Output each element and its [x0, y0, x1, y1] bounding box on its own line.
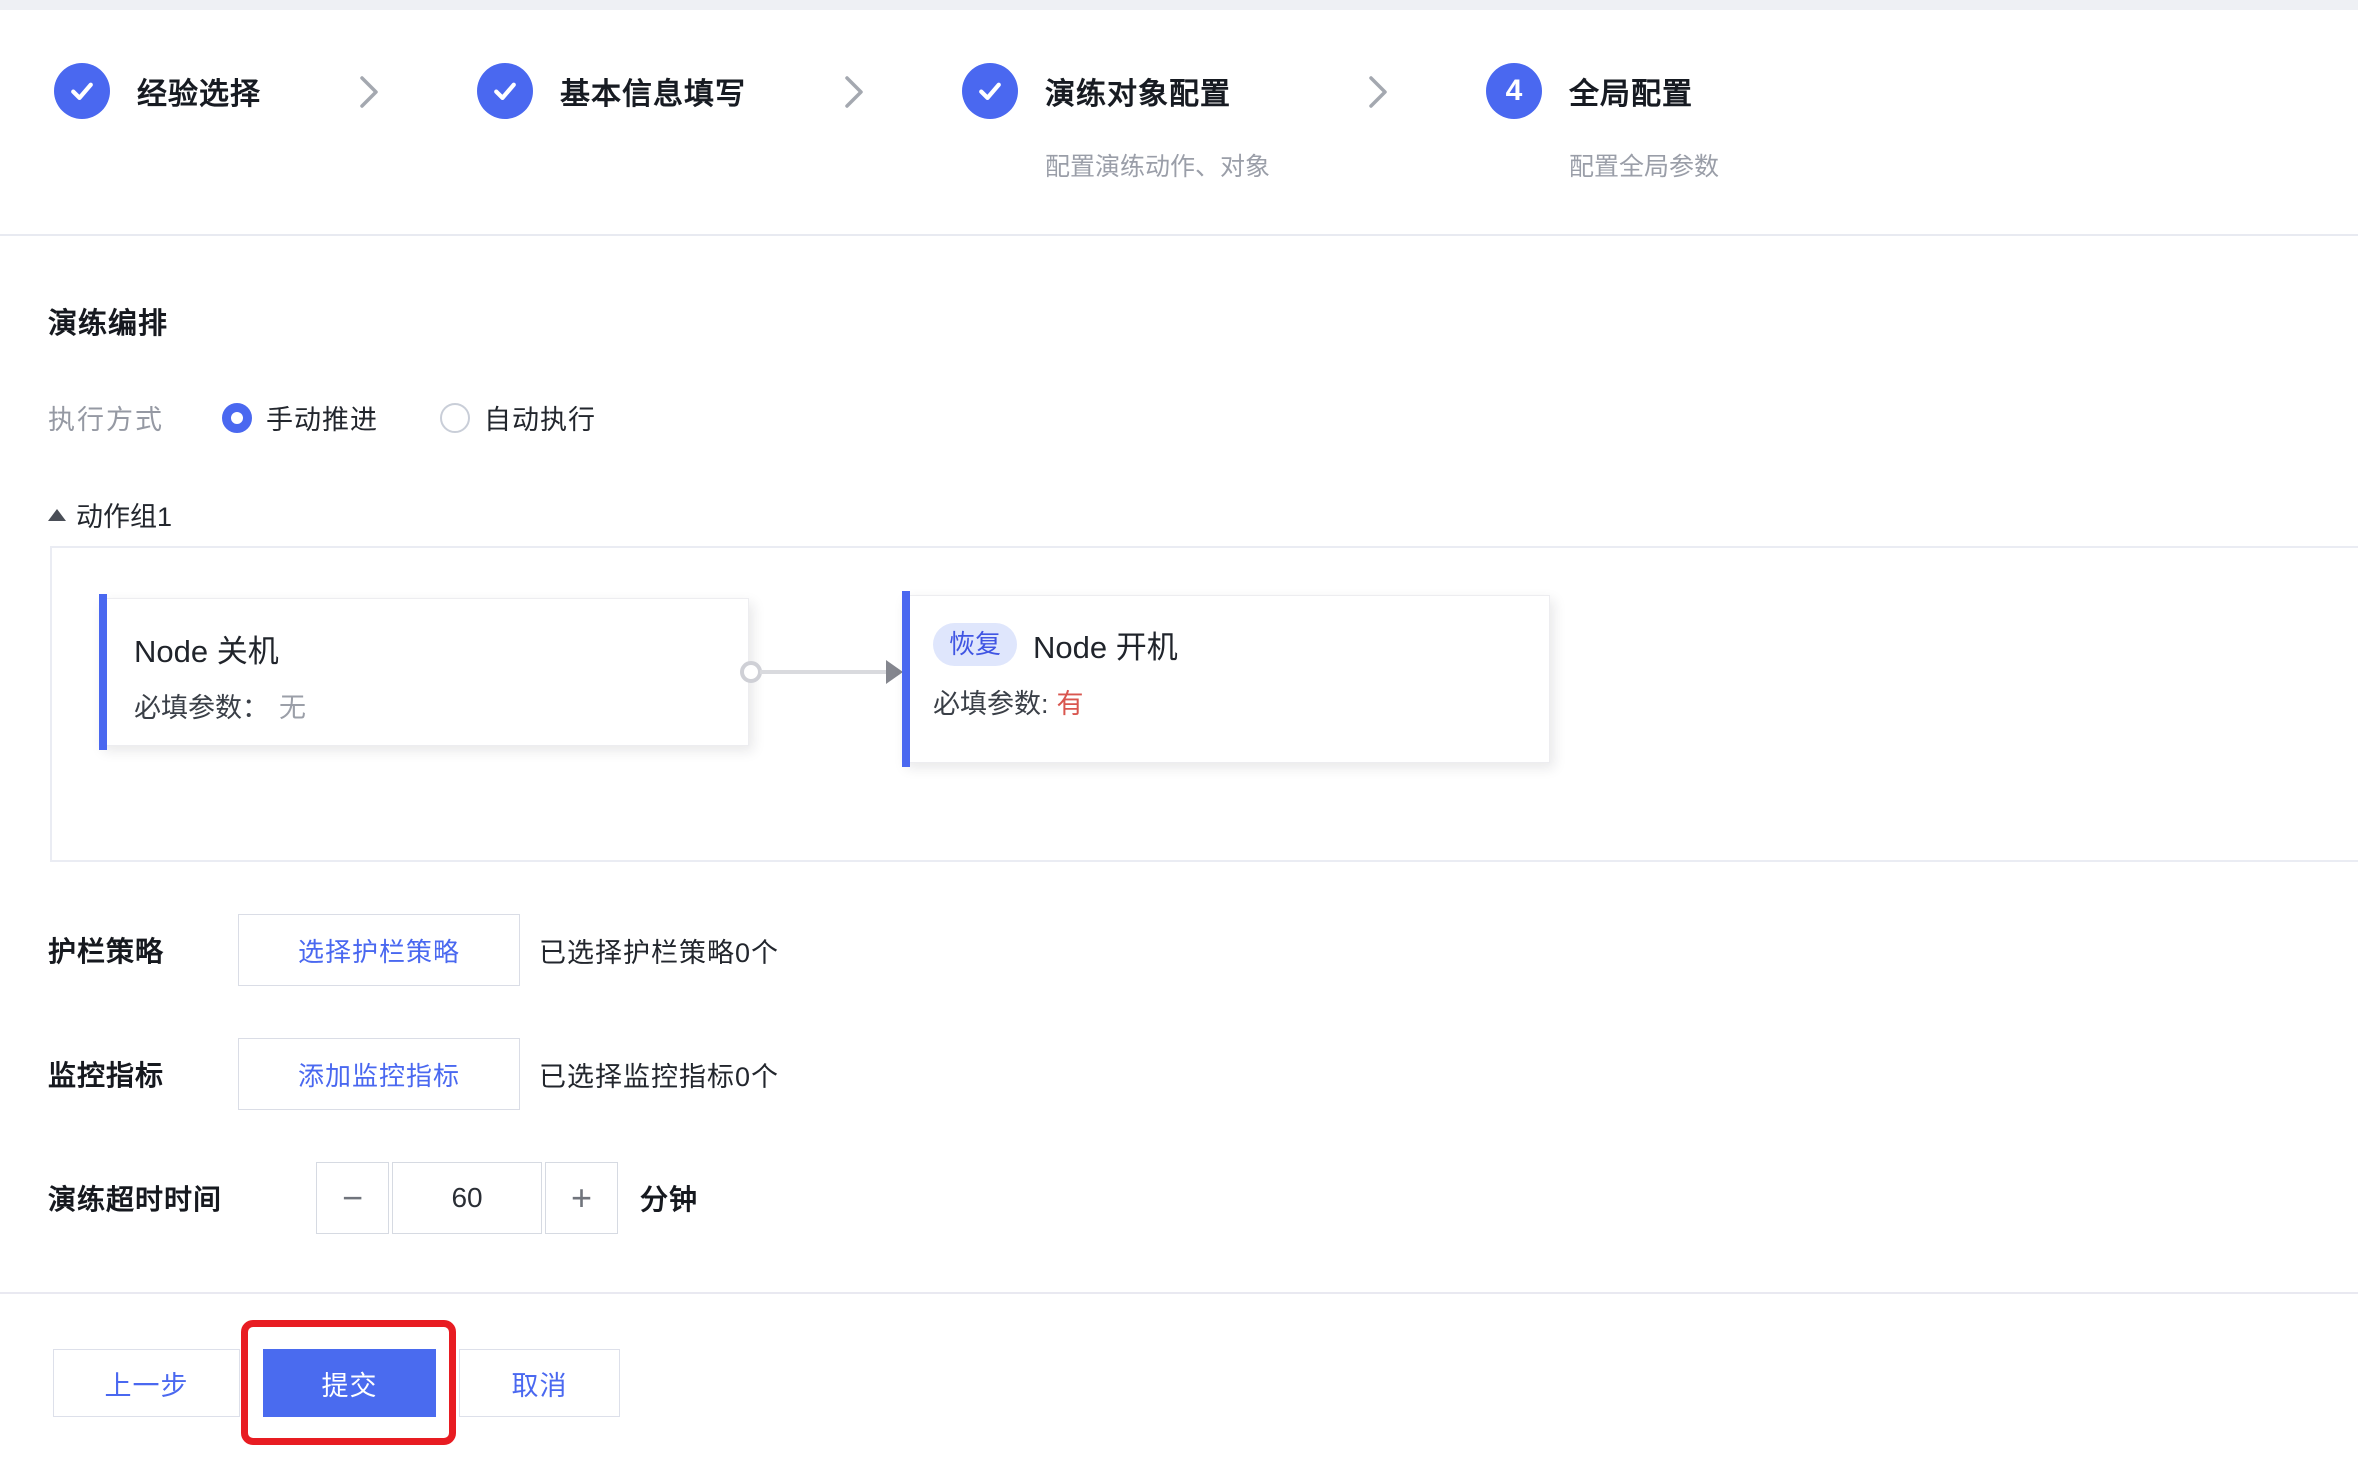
- action-group-canvas: Node 关机 必填参数： 无 恢复 Node 开机 必填参数: 有: [50, 546, 2358, 862]
- guardrail-label: 护栏策略: [48, 930, 238, 970]
- step-global-config-row[interactable]: 4 全局配置: [1486, 63, 1719, 119]
- recover-badge: 恢复: [933, 623, 1017, 666]
- step-global-config: 4 全局配置 配置全局参数: [1486, 63, 1719, 183]
- required-params-value: 无: [279, 693, 306, 723]
- section-title: 演练编排: [48, 300, 2358, 342]
- radio-selected-icon[interactable]: [222, 403, 252, 433]
- step-target-config: 演练对象配置 配置演练动作、对象: [962, 63, 1270, 183]
- metrics-row: 监控指标 添加监控指标 已选择监控指标0个: [48, 1038, 2358, 1110]
- step-label: 演练对象配置: [1045, 69, 1231, 113]
- check-icon: [490, 76, 520, 106]
- submit-button[interactable]: 提交: [263, 1349, 436, 1417]
- exec-mode-row: 执行方式 手动推进 自动执行: [48, 398, 2358, 437]
- action-card-shutdown[interactable]: Node 关机 必填参数： 无: [99, 598, 749, 746]
- connector-line: [760, 670, 890, 674]
- step-label: 基本信息填写: [560, 69, 746, 113]
- footer-buttons: 上一步 提交 取消: [53, 1349, 2358, 1417]
- step-experience: 经验选择: [54, 63, 261, 119]
- step-done-circle: [54, 63, 110, 119]
- radio-auto-label[interactable]: 自动执行: [484, 398, 596, 437]
- step-label: 全局配置: [1569, 69, 1693, 113]
- action-group-title: 动作组1: [76, 495, 172, 534]
- prev-step-button[interactable]: 上一步: [53, 1349, 240, 1417]
- radio-manual-label[interactable]: 手动推进: [266, 398, 378, 437]
- select-guardrail-button[interactable]: 选择护栏策略: [238, 914, 520, 986]
- card-title-row: 恢复 Node 开机: [933, 622, 1549, 667]
- connector-start-dot: [740, 661, 762, 683]
- collapse-triangle-icon[interactable]: [48, 509, 66, 521]
- metrics-label: 监控指标: [48, 1054, 238, 1094]
- chevron-right-icon: [1367, 74, 1389, 110]
- required-params-label: 必填参数:: [933, 689, 1049, 719]
- timeout-stepper: − 60 +: [316, 1162, 618, 1234]
- step-label: 经验选择: [137, 69, 261, 113]
- radio-auto[interactable]: 自动执行: [440, 398, 596, 437]
- step-target-config-row[interactable]: 演练对象配置: [962, 63, 1270, 119]
- guardrail-row: 护栏策略 选择护栏策略 已选择护栏策略0个: [48, 914, 2358, 986]
- required-params-value: 有: [1057, 689, 1084, 719]
- step-done-circle: [962, 63, 1018, 119]
- radio-manual[interactable]: 手动推进: [222, 398, 378, 437]
- wizard-header: 经验选择 基本信息填写: [0, 10, 2358, 236]
- step-subtitle: 配置演练动作、对象: [1045, 147, 1270, 183]
- timeout-value[interactable]: 60: [392, 1162, 542, 1234]
- step-basic-info: 基本信息填写: [477, 63, 746, 119]
- action-card-poweron[interactable]: 恢复 Node 开机 必填参数: 有: [902, 595, 1550, 763]
- radio-unselected-icon[interactable]: [440, 403, 470, 433]
- footer: 上一步 提交 取消: [0, 1294, 2358, 1457]
- guardrail-summary: 已选择护栏策略0个: [539, 931, 779, 970]
- main-content: 演练编排 执行方式 手动推进 自动执行 动作组1 Node 关机 必填参数： 无: [0, 236, 2358, 1234]
- step-number: 4: [1506, 74, 1523, 108]
- chevron-right-icon: [843, 74, 865, 110]
- metrics-summary: 已选择监控指标0个: [539, 1055, 779, 1094]
- required-params: 必填参数： 无: [134, 686, 748, 725]
- step-subtitle: 配置全局参数: [1569, 147, 1719, 183]
- step-done-circle: [477, 63, 533, 119]
- card-accent-bar: [99, 594, 107, 750]
- decrement-button[interactable]: −: [316, 1162, 389, 1234]
- exec-mode-label: 执行方式: [48, 398, 164, 437]
- card-title: Node 开机: [1033, 622, 1178, 667]
- timeout-label: 演练超时时间: [48, 1178, 222, 1218]
- check-icon: [975, 76, 1005, 106]
- connector-arrow-icon: [886, 660, 903, 684]
- step-basic-info-row[interactable]: 基本信息填写: [477, 63, 746, 119]
- add-metric-button[interactable]: 添加监控指标: [238, 1038, 520, 1110]
- step-current-circle: 4: [1486, 63, 1542, 119]
- step-experience-row[interactable]: 经验选择: [54, 63, 261, 119]
- required-params: 必填参数: 有: [933, 682, 1549, 721]
- page-top-strip: [0, 0, 2358, 10]
- increment-button[interactable]: +: [545, 1162, 618, 1234]
- timeout-unit: 分钟: [640, 1178, 698, 1218]
- chevron-right-icon: [358, 74, 380, 110]
- step-progress-bar: 经验选择 基本信息填写: [0, 10, 2358, 183]
- card-accent-bar: [902, 591, 910, 767]
- card-title: Node 关机: [134, 626, 748, 671]
- check-icon: [67, 76, 97, 106]
- timeout-row: 演练超时时间 − 60 + 分钟: [48, 1162, 2358, 1234]
- action-group-header[interactable]: 动作组1: [48, 495, 2358, 534]
- cancel-button[interactable]: 取消: [459, 1349, 620, 1417]
- required-params-label: 必填参数：: [134, 693, 269, 723]
